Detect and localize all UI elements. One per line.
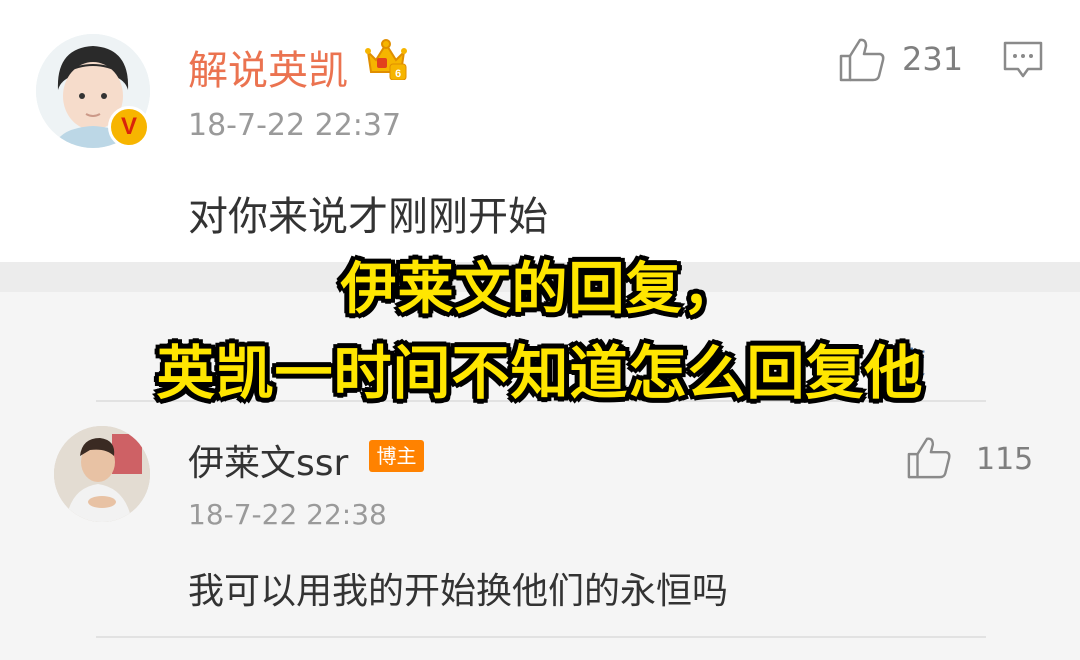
comment-icon[interactable] [1002,40,1044,80]
caption-line: 英凯一时间不知道怎么回复他 [156,339,924,407]
reply-text: 我可以用我的开始换他们的永恒吗 [188,571,729,612]
like-icon[interactable] [838,36,886,82]
like-count: 231 [902,40,964,78]
separator [96,636,986,638]
caption-line: 伊莱文的回复， [340,257,740,322]
like-count: 115 [976,442,1034,477]
comment-text: 对你来说才刚刚开始 [188,194,548,240]
verified-badge-icon: V [108,106,150,148]
svg-text:6: 6 [395,68,401,80]
like-icon[interactable] [906,434,952,480]
comment-timestamp: 18-7-22 22:37 [188,108,402,143]
comment-author[interactable]: 解说英凯 [188,38,348,96]
avatar[interactable] [54,426,150,522]
reply-timestamp: 18-7-22 22:38 [188,498,387,531]
reply-author[interactable]: 伊莱文ssr [188,434,348,486]
author-badge: 博主 [369,440,424,472]
crown-icon: 6 [364,38,408,81]
